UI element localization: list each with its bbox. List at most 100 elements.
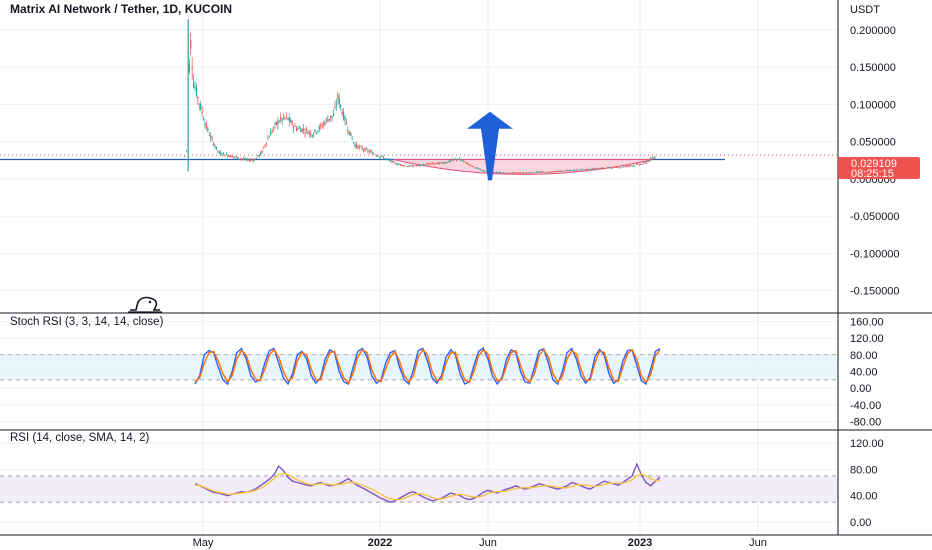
candle-body bbox=[367, 150, 369, 152]
candle-body bbox=[352, 141, 355, 143]
candle-body bbox=[388, 159, 390, 161]
candle-body bbox=[524, 172, 526, 174]
candle-body bbox=[307, 132, 309, 135]
candle-body bbox=[285, 115, 288, 117]
candle-body bbox=[411, 165, 413, 167]
candle-body bbox=[251, 159, 253, 161]
candle-body bbox=[582, 169, 585, 171]
candle-body bbox=[261, 150, 263, 153]
time-axis-label: Jun bbox=[479, 537, 497, 549]
osc-tick-label: 120.00 bbox=[850, 438, 884, 450]
candle-body bbox=[378, 156, 380, 158]
candle-body bbox=[641, 164, 643, 165]
candle-body bbox=[508, 172, 510, 174]
candle-body bbox=[342, 111, 345, 120]
candle-body bbox=[277, 120, 279, 125]
candle-body bbox=[588, 169, 590, 171]
candle-body bbox=[291, 121, 293, 125]
candle-body bbox=[481, 170, 483, 172]
candle-body bbox=[447, 161, 449, 163]
candle-body bbox=[354, 144, 356, 147]
candle-body bbox=[238, 158, 240, 160]
candle-body bbox=[571, 170, 573, 171]
candle-body bbox=[455, 158, 458, 160]
candle-body bbox=[255, 158, 258, 159]
candle-body bbox=[492, 171, 495, 173]
candle-body bbox=[252, 159, 255, 161]
candle-body bbox=[578, 169, 580, 171]
candle-body bbox=[548, 172, 550, 174]
candle-body bbox=[382, 157, 385, 159]
candle-body bbox=[470, 164, 472, 166]
candle-body bbox=[525, 172, 528, 174]
candle-body bbox=[405, 166, 408, 167]
price-tick-label: -0.150000 bbox=[850, 286, 900, 298]
candle-body bbox=[555, 171, 558, 172]
candle-body bbox=[418, 164, 420, 166]
candle-body bbox=[528, 172, 530, 174]
candle-body bbox=[240, 158, 242, 160]
candle-body bbox=[275, 122, 278, 125]
candle-body bbox=[338, 98, 340, 105]
trading-chart[interactable]: Matrix AI Network / Tether, 1D, KUCOIN U… bbox=[0, 0, 932, 550]
candle-body bbox=[601, 167, 603, 169]
candle-body bbox=[572, 170, 575, 171]
candle-body bbox=[558, 171, 560, 172]
candle-body bbox=[472, 166, 475, 167]
candle-body bbox=[452, 159, 455, 161]
candle-body bbox=[421, 165, 423, 167]
candle-body bbox=[225, 153, 228, 155]
candle-body bbox=[208, 135, 210, 136]
candle-body bbox=[268, 136, 270, 138]
candle-body bbox=[494, 171, 496, 173]
candle-body bbox=[294, 125, 296, 127]
candle-body bbox=[475, 167, 478, 169]
candle-body bbox=[581, 169, 583, 170]
candle-body bbox=[431, 163, 433, 164]
candle-body bbox=[284, 117, 286, 119]
countdown-timer: 08:25:15 bbox=[851, 168, 894, 180]
candle-body bbox=[201, 111, 203, 114]
candle-body bbox=[617, 166, 619, 168]
candle-body bbox=[235, 156, 238, 158]
candle-body bbox=[300, 129, 302, 133]
candle-body bbox=[195, 87, 198, 96]
candle-body bbox=[632, 165, 635, 166]
candle-body bbox=[420, 164, 422, 166]
candle-body bbox=[634, 165, 636, 167]
candle-body bbox=[358, 146, 360, 148]
candle-body bbox=[628, 165, 630, 167]
candle-body bbox=[190, 40, 192, 49]
candle-body bbox=[441, 162, 443, 164]
candle-body bbox=[264, 145, 266, 147]
candle-body bbox=[198, 103, 200, 105]
candle-body bbox=[621, 166, 623, 168]
candle-body bbox=[630, 165, 632, 167]
candle-body bbox=[292, 126, 295, 129]
candle-body bbox=[314, 129, 316, 132]
candle-body bbox=[540, 171, 542, 173]
candle-body bbox=[324, 122, 326, 125]
candle-body bbox=[530, 172, 532, 174]
candle-body bbox=[254, 159, 256, 161]
candle-body bbox=[545, 171, 548, 173]
candle-body bbox=[355, 144, 358, 147]
candle-body bbox=[365, 148, 368, 150]
candle-body bbox=[228, 155, 230, 157]
candle-body bbox=[512, 172, 515, 174]
candle-body bbox=[375, 155, 378, 157]
candle-body bbox=[550, 171, 552, 173]
osc-tick-label: 160.00 bbox=[850, 316, 884, 328]
candle-body bbox=[312, 134, 315, 136]
candle-body bbox=[511, 172, 513, 174]
candle-body bbox=[247, 158, 249, 160]
osc-tick-label: 80.00 bbox=[850, 350, 878, 362]
candle-body bbox=[604, 168, 606, 169]
candle-body bbox=[640, 164, 642, 165]
candle-body bbox=[435, 162, 438, 164]
candle-body bbox=[445, 162, 448, 164]
candle-body bbox=[207, 128, 209, 131]
candle-body bbox=[410, 165, 412, 167]
candle-body bbox=[297, 128, 299, 131]
candle-body bbox=[462, 160, 465, 162]
